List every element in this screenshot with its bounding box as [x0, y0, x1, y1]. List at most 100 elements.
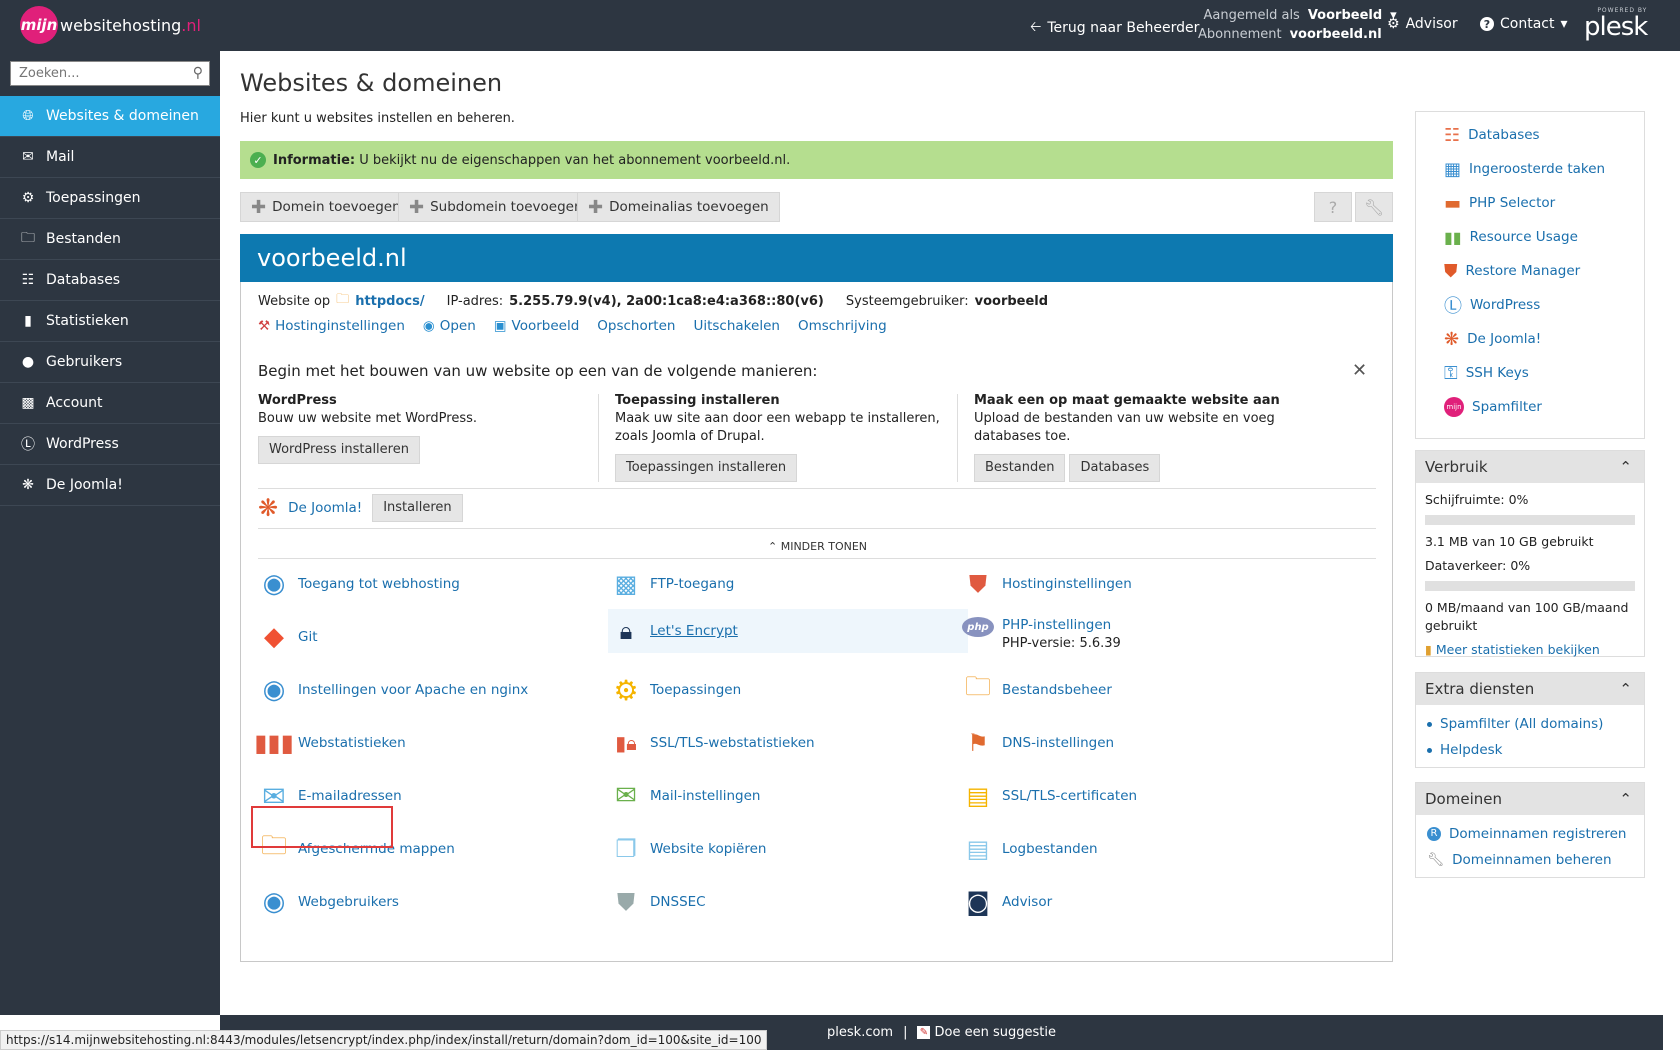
more-stats-link[interactable]: ▮ Meer statistieken bekijken: [1425, 641, 1635, 659]
feature-mail-settings[interactable]: ✉ Mail-instellingen: [608, 774, 968, 818]
dnssec-icon: ⛊: [617, 888, 635, 916]
scrollbar[interactable]: [1663, 51, 1680, 1015]
search-input[interactable]: [11, 62, 181, 85]
show-less-toggle[interactable]: ⌃ MINDER TONEN: [241, 540, 1394, 553]
resource-usage-link[interactable]: ▮▮ Resource Usage: [1416, 220, 1644, 254]
joomla-link[interactable]: De Joomla!: [288, 500, 362, 516]
feature-web-stats[interactable]: ▮▮▮ Webstatistieken: [254, 721, 616, 765]
contact-menu[interactable]: ? Contact ▾: [1480, 16, 1568, 32]
help-button[interactable]: ?: [1314, 192, 1352, 222]
install-apps-button[interactable]: Toepassingen installeren: [615, 454, 798, 482]
feature-advisor[interactable]: ◙ Advisor: [960, 880, 1320, 924]
chevron-up-icon: ⌃: [767, 540, 778, 553]
nav-applications[interactable]: ⚙ Toepassingen: [0, 178, 220, 219]
wordpress-icon: Ⓛ: [21, 437, 35, 453]
databases-button[interactable]: Databases: [1069, 454, 1161, 482]
open-link[interactable]: ◉ Open: [423, 318, 476, 334]
advisor-link[interactable]: ⚙ Advisor: [1387, 16, 1458, 32]
feature-log-files[interactable]: ▤ Logbestanden: [960, 827, 1320, 871]
info-message: ✓ Informatie: U bekijkt nu de eigenschap…: [240, 141, 1393, 179]
domains-header[interactable]: Domeinen ⌃: [1416, 783, 1644, 815]
close-icon[interactable]: ✕: [1352, 360, 1367, 381]
chevron-up-icon: ⌃: [1619, 790, 1632, 808]
subscription-value[interactable]: voorbeeld.nl: [1290, 25, 1382, 44]
suggestion-link[interactable]: ✎ Doe een suggestie: [917, 1025, 1056, 1040]
search-icon[interactable]: ⚲: [193, 65, 203, 81]
sidebar: ⚲ 🌐︎ Websites & domeinen ✉ Mail ⚙ Toepassin…: [0, 51, 220, 1015]
disable-link[interactable]: Uitschakelen: [693, 318, 779, 334]
description-link[interactable]: Omschrijving: [798, 318, 887, 334]
add-domain-alias-button[interactable]: ✚ Domeinalias toevoegen: [577, 192, 780, 222]
apache-icon: ◉: [262, 675, 286, 705]
nav-label: Toepassingen: [46, 190, 141, 206]
feature-ssl-web-stats[interactable]: ▮🔒︎ SSL/TLS-webstatistieken: [608, 721, 968, 765]
files-button[interactable]: Bestanden: [974, 454, 1066, 482]
feature-hosting-settings[interactable]: ⛊ Hostinginstellingen: [960, 562, 1320, 606]
site-info: Website op 🗀︎ httpdocs/ IP-adres: 5.255.…: [258, 290, 1048, 312]
settings-button[interactable]: 🔧︎: [1355, 192, 1393, 222]
helpdesk-link[interactable]: Helpdesk: [1426, 737, 1634, 763]
scheduled-tasks-link[interactable]: ▦ Ingeroosterde taken: [1416, 152, 1644, 186]
php-selector-link[interactable]: ▬ PHP Selector: [1416, 186, 1644, 220]
joomla-installer: ❋ De Joomla! Installeren: [258, 494, 463, 522]
add-domain-button[interactable]: ✚ Domein toevoegen: [240, 192, 412, 222]
feature-ftp[interactable]: ▩ FTP-toegang: [608, 562, 968, 606]
account-info[interactable]: Aangemeld als Voorbeeld ▾ Abonnement voorbe…: [1198, 6, 1397, 44]
feature-applications[interactable]: ⚙ Toepassingen: [608, 668, 968, 712]
hosting-settings-link[interactable]: ⚒ Hostinginstellingen: [258, 318, 405, 334]
restore-manager-link[interactable]: ⛊ Restore Manager: [1416, 254, 1644, 288]
add-subdomain-button[interactable]: ✚ Subdomein toevoegen: [398, 192, 594, 222]
wrench-icon: 🔧︎: [1427, 852, 1445, 868]
divider: [957, 394, 958, 482]
back-to-admin-link[interactable]: 🡠 Terug naar Beheerder: [1030, 16, 1199, 40]
user-icon: ●: [21, 354, 35, 370]
registered-icon: R: [1427, 827, 1441, 841]
extra-services-header[interactable]: Extra diensten ⌃: [1416, 673, 1644, 705]
feature-copy-website[interactable]: ❐ Website kopiëren: [608, 827, 968, 871]
link-label: Resource Usage: [1469, 229, 1578, 245]
install-wordpress-button[interactable]: WordPress installeren: [258, 436, 420, 464]
nav-mail[interactable]: ✉ Mail: [0, 137, 220, 178]
plesk-com-link[interactable]: plesk.com: [827, 1025, 893, 1040]
brand-logo[interactable]: mijn websitehosting.nl: [20, 6, 201, 44]
spamfilter-link[interactable]: mijn Spamfilter: [1416, 390, 1644, 424]
suspend-link[interactable]: Opschorten: [597, 318, 675, 334]
joomla-link[interactable]: ❋ De Joomla!: [1416, 322, 1644, 356]
feature-webhosting-access[interactable]: ◉ Toegang tot webhosting: [256, 562, 616, 606]
feature-git[interactable]: ◆ Git: [256, 615, 616, 659]
nav-account[interactable]: ▩ Account: [0, 383, 220, 424]
docroot-link[interactable]: httpdocs/: [355, 294, 424, 309]
feature-apache-nginx[interactable]: ◉ Instellingen voor Apache en nginx: [256, 668, 616, 712]
nav-wordpress[interactable]: Ⓛ WordPress: [0, 424, 220, 465]
feature-dnssec[interactable]: ⛊ DNSSEC: [608, 880, 968, 924]
manage-domains-link[interactable]: 🔧︎ Domeinnamen beheren: [1426, 847, 1634, 873]
databases-link[interactable]: ☷ Databases: [1416, 118, 1644, 152]
feature-php-settings[interactable]: php PHP-instellingen PHP-versie: 5.6.39: [960, 617, 1320, 665]
link-label: Spamfilter (All domains): [1440, 716, 1604, 732]
nav-joomla[interactable]: ❋ De Joomla!: [0, 465, 220, 506]
logged-in-user[interactable]: Voorbeeld: [1308, 6, 1382, 25]
feature-ssl-certificates[interactable]: ▤ SSL/TLS-certificaten: [960, 774, 1320, 818]
nav-databases[interactable]: ☷ Databases: [0, 260, 220, 301]
nav-files[interactable]: 🗀︎ Bestanden: [0, 219, 220, 260]
feature-lets-encrypt[interactable]: 🔒︎ Let's Encrypt: [608, 609, 968, 653]
feature-label: Webstatistieken: [298, 735, 406, 751]
register-domains-link[interactable]: R Domeinnamen registreren: [1426, 821, 1634, 847]
spamfilter-all-link[interactable]: Spamfilter (All domains): [1426, 711, 1634, 737]
ssh-keys-link[interactable]: ⚿ SSH Keys: [1416, 356, 1644, 390]
install-joomla-button[interactable]: Installeren: [372, 494, 463, 522]
feature-file-manager[interactable]: 🗀︎ Bestandsbeheer: [960, 668, 1320, 712]
preview-link[interactable]: ▣ Voorbeeld: [494, 318, 580, 334]
feature-web-users[interactable]: ◉ Webgebruikers: [256, 880, 616, 924]
wordpress-link[interactable]: Ⓛ WordPress: [1416, 288, 1644, 322]
usage-header[interactable]: Verbruik ⌃: [1416, 451, 1644, 483]
nav-websites-domains[interactable]: 🌐︎ Websites & domeinen: [0, 96, 220, 137]
feature-dns[interactable]: ⚑ DNS-instellingen: [960, 721, 1320, 765]
browser-status-url: https://s14.mijnwebsitehosting.nl:8443/m…: [0, 1030, 768, 1050]
nav-statistics[interactable]: ▮ Statistieken: [0, 301, 220, 342]
nav-users[interactable]: ● Gebruikers: [0, 342, 220, 383]
extra-tools-panel: ☷ Databases ▦ Ingeroosterde taken ▬ PHP Sel…: [1415, 111, 1645, 439]
feature-label: SSL/TLS-certificaten: [1002, 788, 1138, 804]
resource-usage-icon: ▮▮: [1444, 227, 1462, 247]
search-box[interactable]: ⚲: [10, 61, 210, 86]
